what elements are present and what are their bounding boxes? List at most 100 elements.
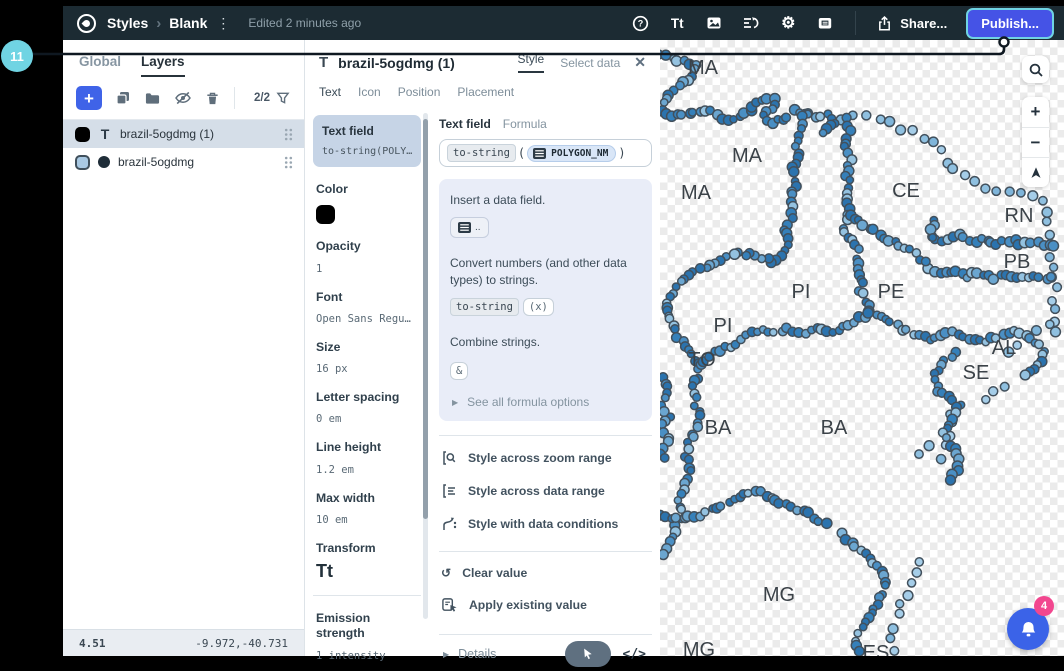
pointer-cursor-icon xyxy=(580,646,595,662)
print-icon[interactable] xyxy=(816,14,834,32)
style-with-data-conditions[interactable]: Style with data conditions xyxy=(441,516,652,532)
help-text: Insert a data field. xyxy=(450,192,641,209)
zoom-out-button[interactable]: − xyxy=(1022,127,1049,157)
properties-column: Text field to-string(POLY… Color Opacity… xyxy=(305,109,429,649)
map-zoom-controls: + − xyxy=(1022,97,1049,187)
property-line-height[interactable]: Line height 1.2 em xyxy=(316,440,418,475)
property-text-field[interactable]: Text field to-string(POLY… xyxy=(313,115,421,167)
property-value: 1 intensity xyxy=(316,650,418,662)
breadcrumb-styles[interactable]: Styles xyxy=(107,15,148,31)
property-value: to-string(POLY… xyxy=(322,146,412,157)
map-status-bar: 4.51 -9.972,-40.731 xyxy=(63,629,304,656)
compass-north-button[interactable] xyxy=(1022,157,1049,187)
property-font[interactable]: Font Open Sans Regu… xyxy=(316,290,418,325)
close-icon[interactable]: ✕ xyxy=(634,54,646,71)
map-dots-layer: MAMAMACERNPBPIPEPITOALSEBABAMGMGES xyxy=(660,40,1064,656)
map-canvas[interactable]: MAMAMACERNPBPIPEPITOALSEBABAMGMGES + − 4 xyxy=(660,40,1064,656)
cursor-mode-button[interactable] xyxy=(565,641,611,667)
subtab-icon[interactable]: Icon xyxy=(358,85,381,99)
property-size[interactable]: Size 16 px xyxy=(316,340,418,375)
layers-toolbar: + 2/2 xyxy=(63,77,304,120)
app-logo-icon[interactable] xyxy=(77,14,96,33)
layer-row-circle[interactable]: brazil-5ogdmg xyxy=(63,148,304,176)
add-layer-button[interactable]: + xyxy=(76,86,102,110)
property-label: Transform xyxy=(316,541,418,556)
transform-tt-icon[interactable]: Tt xyxy=(316,561,418,582)
style-across-data-range[interactable]: Style across data range xyxy=(441,483,652,499)
folder-icon[interactable] xyxy=(144,91,161,106)
layer-color-swatch[interactable] xyxy=(75,155,90,170)
filter-funnel-icon[interactable] xyxy=(276,91,290,105)
property-opacity[interactable]: Opacity 1 xyxy=(316,239,418,274)
tab-layers[interactable]: Layers xyxy=(141,54,185,77)
breadcrumb-project-name[interactable]: Blank xyxy=(169,15,207,31)
style-across-zoom-range[interactable]: Style across zoom range xyxy=(441,450,652,466)
drag-handle-icon[interactable] xyxy=(283,155,294,170)
help-icon[interactable]: ? xyxy=(631,14,649,32)
svg-text:MA: MA xyxy=(688,57,719,79)
insert-data-field-button[interactable]: .. xyxy=(450,217,489,238)
north-arrow-icon xyxy=(1029,166,1043,180)
apply-existing-value-button[interactable]: Apply existing value xyxy=(441,597,652,613)
property-color[interactable]: Color xyxy=(316,182,418,224)
formula-header-formula[interactable]: Formula xyxy=(503,117,547,131)
typography-icon[interactable]: Tt xyxy=(668,14,686,32)
help-text: Combine strings. xyxy=(450,334,641,351)
clear-value-button[interactable]: ↺ Clear value xyxy=(441,566,652,580)
property-letter-spacing[interactable]: Letter spacing 0 em xyxy=(316,390,418,425)
reorder-icon[interactable] xyxy=(742,14,760,32)
zoom-range-icon xyxy=(441,450,457,466)
share-icon xyxy=(877,15,892,32)
code-view-icon[interactable]: </> xyxy=(623,647,646,662)
undo-icon: ↺ xyxy=(441,567,451,579)
drag-handle-icon[interactable] xyxy=(283,127,294,142)
property-label: Emission strength xyxy=(316,611,386,642)
trash-icon[interactable] xyxy=(205,91,220,106)
tab-select-data[interactable]: Select data xyxy=(560,56,620,70)
layers-sidebar: Global Layers + 2/2 T brazil-5ogdmg (1) xyxy=(63,40,305,656)
layer-row-text[interactable]: T brazil-5ogdmg (1) xyxy=(63,120,304,148)
hide-eye-off-icon[interactable] xyxy=(174,90,192,106)
property-label: Line height xyxy=(316,440,418,455)
zoom-in-button[interactable]: + xyxy=(1022,97,1049,127)
scrollbar-thumb[interactable] xyxy=(423,119,428,519)
property-max-width[interactable]: Max width 10 em xyxy=(316,491,418,526)
subtab-placement[interactable]: Placement xyxy=(457,85,514,99)
see-all-label: See all formula options xyxy=(467,395,589,409)
duplicate-icon[interactable] xyxy=(115,90,131,106)
svg-text:TO: TO xyxy=(688,349,715,371)
property-emission-strength[interactable]: Emission strength 1 intensity xyxy=(316,611,418,662)
svg-text:MG: MG xyxy=(683,639,715,656)
publish-button[interactable]: Publish... xyxy=(966,8,1054,39)
subtab-text[interactable]: Text xyxy=(319,85,341,99)
project-menu-icon[interactable]: ⋮ xyxy=(216,15,230,32)
details-label[interactable]: Details xyxy=(458,647,496,661)
property-label: Color xyxy=(316,182,418,197)
property-transform[interactable]: Transform Tt xyxy=(316,541,418,582)
to-string-chip[interactable]: to-string xyxy=(450,298,519,316)
layer-name: brazil-5ogdmg (1) xyxy=(120,127,275,141)
share-button[interactable]: Share... xyxy=(877,15,947,32)
zoom-level: 4.51 xyxy=(79,637,106,650)
formula-input[interactable]: to-string ( POLYGON_NM ) xyxy=(439,139,652,167)
settings-gear-icon[interactable]: ⚙ xyxy=(779,14,797,32)
layer-color-swatch[interactable] xyxy=(75,127,90,142)
see-all-formula-options[interactable]: ▶ See all formula options xyxy=(452,395,641,409)
ampersand-chip[interactable]: & xyxy=(450,362,468,380)
map-search-button[interactable] xyxy=(1022,56,1049,83)
data-range-icon xyxy=(441,483,457,499)
breadcrumb-chevron-icon: › xyxy=(156,15,161,32)
tab-style[interactable]: Style xyxy=(518,52,545,73)
color-swatch[interactable] xyxy=(316,205,335,224)
tab-global[interactable]: Global xyxy=(79,54,121,77)
formula-fn-chip[interactable]: to-string xyxy=(447,144,516,162)
details-triangle-icon[interactable]: ▶ xyxy=(443,650,449,659)
svg-text:MG: MG xyxy=(763,584,795,606)
svg-text:MA: MA xyxy=(681,182,712,204)
image-icon[interactable] xyxy=(705,14,723,32)
edited-timestamp: Edited 2 minutes ago xyxy=(248,16,361,30)
data-field-pill[interactable]: POLYGON_NM xyxy=(527,145,616,162)
action-label: Apply existing value xyxy=(469,598,587,612)
property-label: Size xyxy=(316,340,418,355)
subtab-position[interactable]: Position xyxy=(398,85,441,99)
